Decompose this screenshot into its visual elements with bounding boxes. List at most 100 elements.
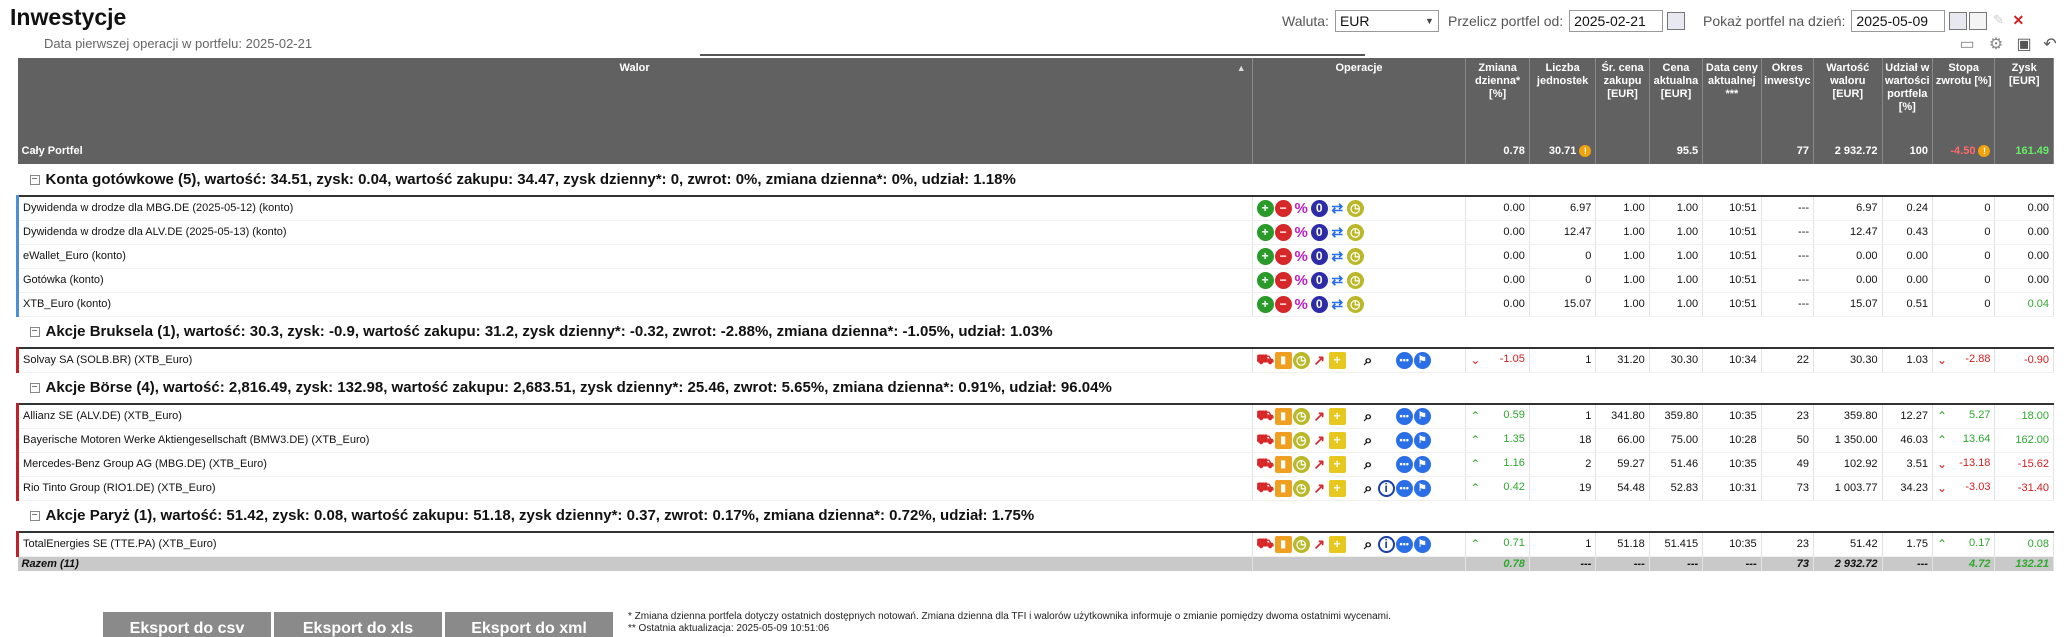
chat-icon[interactable]: ••• — [1395, 431, 1413, 449]
col-header-cena[interactable]: Cena aktualna [EUR] — [1649, 58, 1704, 138]
trend-icon[interactable]: ↗ — [1311, 536, 1328, 553]
calendar-icon[interactable] — [1667, 12, 1686, 30]
search-icon[interactable]: ⌕ — [1360, 432, 1377, 449]
group-header[interactable]: − Akcje Paryż (1), wartość: 51.42, zysk: … — [17, 500, 2054, 533]
transfer-icon[interactable]: ⇄ — [1329, 272, 1346, 289]
add-icon[interactable]: + — [1256, 199, 1274, 217]
clock-icon[interactable]: ◷ — [1346, 295, 1364, 313]
export-xml-button[interactable]: Eksport do xml — [445, 612, 613, 637]
zero-icon[interactable]: 0 — [1310, 295, 1328, 313]
clock-icon[interactable]: ◷ — [1346, 199, 1364, 217]
chat-icon[interactable]: ••• — [1395, 351, 1413, 369]
basket-icon[interactable]: ⛟ — [1256, 407, 1274, 425]
chat-icon[interactable]: ••• — [1395, 407, 1413, 425]
remove-icon[interactable]: − — [1274, 247, 1292, 265]
bar-chart-icon[interactable]: ▮ — [1274, 351, 1292, 369]
clock-icon[interactable]: ◷ — [1346, 223, 1364, 241]
search-icon[interactable]: ⌕ — [1360, 480, 1377, 497]
note-add-icon[interactable]: + — [1328, 351, 1346, 369]
alert-icon[interactable]: ⚑ — [1413, 351, 1431, 369]
alert-icon[interactable]: ⚑ — [1413, 431, 1431, 449]
asset-name[interactable]: eWallet_Euro (konto) — [16, 244, 1253, 269]
table-row[interactable]: TotalEnergies SE (TTE.PA) (XTB_Euro) ⛟ ▮ ◷ ↗… — [16, 532, 2054, 557]
search-icon[interactable]: ⌕ — [1360, 352, 1377, 369]
note-add-icon[interactable]: + — [1328, 535, 1346, 553]
col-header-data[interactable]: Data ceny aktualnej *** — [1702, 58, 1762, 138]
compare-calendar-icon[interactable] — [1969, 12, 1988, 30]
clock-icon[interactable]: ◷ — [1292, 407, 1310, 425]
chat-icon[interactable]: ••• — [1395, 535, 1413, 553]
info-icon[interactable]: i — [1377, 535, 1395, 553]
zero-icon[interactable]: 0 — [1310, 271, 1328, 289]
percent-icon[interactable]: % — [1293, 224, 1310, 241]
percent-icon[interactable]: % — [1293, 248, 1310, 265]
bar-chart-icon[interactable]: ▮ — [1274, 479, 1292, 497]
col-header-liczba[interactable]: Liczba jednostek — [1529, 58, 1597, 138]
zero-icon[interactable]: 0 — [1310, 223, 1328, 241]
show-date-input[interactable]: 2025-05-09 — [1851, 10, 1946, 32]
group-header[interactable]: − Konta gotówkowe (5), wartość: 34.51, zy… — [17, 164, 2054, 197]
basket-icon[interactable]: ⛟ — [1256, 351, 1274, 369]
col-header-zmiana[interactable]: Zmiana dzienna* [%] — [1465, 58, 1530, 138]
table-row[interactable]: Dywidenda w drodze dla MBG.DE (2025-05-1… — [16, 196, 2054, 221]
search-icon[interactable]: ⌕ — [1360, 456, 1377, 473]
table-row[interactable]: Gotówka (konto) + −% 0 ⇄ ◷ 0.00 0 1.00 1.00 10:51-… — [16, 268, 2054, 293]
clock-icon[interactable]: ◷ — [1346, 247, 1364, 265]
trend-icon[interactable]: ↗ — [1311, 456, 1328, 473]
percent-icon[interactable]: % — [1293, 200, 1310, 217]
search-icon[interactable]: ⌕ — [1360, 408, 1377, 425]
clock-icon[interactable]: ◷ — [1292, 431, 1310, 449]
currency-select[interactable]: EUR ▼ — [1334, 10, 1439, 32]
bar-chart-icon[interactable]: ▮ — [1274, 407, 1292, 425]
transfer-icon[interactable]: ⇄ — [1329, 248, 1346, 265]
asset-name[interactable]: Allianz SE (ALV.DE) (XTB_Euro) — [16, 404, 1253, 429]
clock-icon[interactable]: ◷ — [1292, 351, 1310, 369]
transfer-icon[interactable]: ⇄ — [1329, 200, 1346, 217]
clock-icon[interactable]: ◷ — [1292, 479, 1310, 497]
trend-icon[interactable]: ↗ — [1311, 408, 1328, 425]
recalc-date-input[interactable]: 2025-02-21 — [1569, 10, 1664, 32]
trend-icon[interactable]: ↗ — [1311, 352, 1328, 369]
basket-icon[interactable]: ⛟ — [1256, 479, 1274, 497]
col-header-udzial[interactable]: Udział w wartości portfela [%] — [1882, 58, 1933, 138]
chat-icon[interactable]: ••• — [1395, 479, 1413, 497]
info-icon[interactable]: i — [1377, 479, 1395, 497]
table-row[interactable]: Allianz SE (ALV.DE) (XTB_Euro) ⛟ ▮ ◷ ↗ + ⌕ ••• ⚑… — [16, 404, 2054, 429]
chat-icon[interactable]: ••• — [1395, 455, 1413, 473]
collapse-icon[interactable]: − — [29, 383, 40, 394]
note-add-icon[interactable]: + — [1328, 407, 1346, 425]
clock-icon[interactable]: ◷ — [1292, 535, 1310, 553]
col-header-walor[interactable]: Walor ▲ — [17, 58, 1253, 138]
table-row[interactable]: Rio Tinto Group (RIO1.DE) (XTB_Euro) ⛟ ▮ ◷ ↗… — [16, 476, 2054, 501]
table-row[interactable]: Dywidenda w drodze dla ALV.DE (2025-05-1… — [16, 220, 2054, 245]
transfer-icon[interactable]: ⇄ — [1329, 296, 1346, 313]
col-header-sr-cena[interactable]: Śr. cena zakupu [EUR] — [1595, 58, 1650, 138]
warning-icon[interactable]: ! — [1978, 145, 1991, 157]
remove-icon[interactable]: − — [1274, 271, 1292, 289]
col-header-stopa[interactable]: Stopa zwrotu [%] — [1932, 58, 1996, 138]
table-row[interactable]: Mercedes-Benz Group AG (MBG.DE) (XTB_Eur… — [16, 452, 2054, 477]
clock-icon[interactable]: ◷ — [1346, 271, 1364, 289]
remove-icon[interactable]: − — [1274, 199, 1292, 217]
undo-icon[interactable]: ↶ — [2041, 35, 2059, 53]
add-icon[interactable]: + — [1256, 295, 1274, 313]
gear-icon[interactable]: ⚙ — [1987, 35, 2005, 53]
remove-icon[interactable]: − — [1274, 295, 1292, 313]
note-add-icon[interactable]: + — [1328, 455, 1346, 473]
group-header[interactable]: − Akcje Börse (4), wartość: 2,816.49, zys… — [17, 372, 2054, 405]
trend-icon[interactable]: ↗ — [1311, 480, 1328, 497]
asset-name[interactable]: Mercedes-Benz Group AG (MBG.DE) (XTB_Eur… — [16, 452, 1253, 477]
add-icon[interactable]: + — [1256, 271, 1274, 289]
close-icon[interactable]: ✕ — [2009, 12, 2027, 30]
export-xls-button[interactable]: Eksport do xls — [274, 612, 442, 637]
bar-chart-icon[interactable]: ▮ — [1274, 431, 1292, 449]
transfer-icon[interactable]: ⇄ — [1329, 224, 1346, 241]
col-header-okres[interactable]: Okres inwestyc — [1761, 58, 1815, 138]
note-add-icon[interactable]: + — [1328, 431, 1346, 449]
table-row[interactable]: eWallet_Euro (konto) + −% 0 ⇄ ◷ 0.00 0 1.00 1.00 1… — [16, 244, 2054, 269]
table-row[interactable]: XTB_Euro (konto) + −% 0 ⇄ ◷ 0.00 15.07 1.00 1.00 1… — [16, 292, 2054, 317]
alert-icon[interactable]: ⚑ — [1413, 407, 1431, 425]
col-header-wartosc[interactable]: Wartość waloru [EUR] — [1813, 58, 1883, 138]
basket-icon[interactable]: ⛟ — [1256, 535, 1274, 553]
trend-icon[interactable]: ↗ — [1311, 432, 1328, 449]
